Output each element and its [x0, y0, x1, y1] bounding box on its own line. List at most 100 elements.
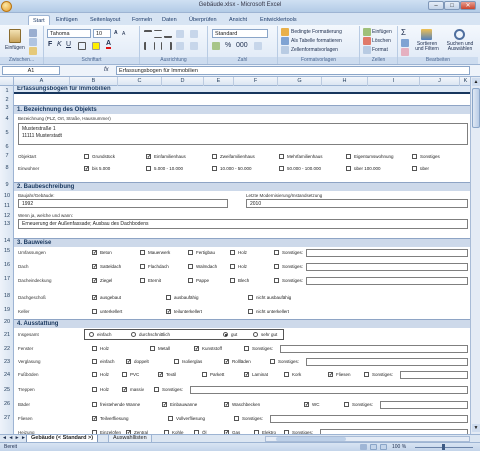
paste-button[interactable]: Einfügen: [5, 45, 25, 51]
row-header-8[interactable]: 8: [0, 165, 14, 171]
ausstattung-5-checkbox-0[interactable]: ✓: [92, 416, 97, 422]
ausstattung-4-checkbox-4[interactable]: [344, 402, 349, 407]
bauweise-3-checkbox-1[interactable]: [166, 295, 171, 300]
name-box[interactable]: A1: [2, 66, 60, 75]
bauweise-3-checkbox-0[interactable]: ✓: [92, 295, 97, 301]
align-center-icon[interactable]: [154, 42, 162, 50]
insert-cells-button[interactable]: Einfügen: [372, 29, 392, 35]
cell-styles-button[interactable]: Zellenformatvorlagen: [291, 47, 338, 53]
bauweise-1-checkbox-1[interactable]: [140, 264, 145, 269]
column-header-a[interactable]: A: [14, 77, 70, 86]
decimal-icon[interactable]: [254, 42, 262, 50]
row-header-21[interactable]: 21: [0, 332, 14, 338]
font-color-icon[interactable]: A: [106, 40, 112, 49]
vertical-scrollbar[interactable]: ▲ ▼: [470, 77, 480, 434]
einwohner-checkbox-0[interactable]: ✓: [84, 166, 89, 172]
einwohner-checkbox-2[interactable]: [212, 166, 217, 171]
tab-ansicht[interactable]: Ansicht: [225, 15, 251, 25]
row-header-7[interactable]: 7: [0, 153, 14, 159]
row-header-4[interactable]: 4: [0, 116, 14, 122]
ausstattung-2-sonstiges-input[interactable]: [400, 371, 468, 379]
bauweise-1-checkbox-2[interactable]: [188, 264, 193, 269]
ausstattung-1-checkbox-1[interactable]: ✓: [126, 359, 131, 365]
ausstattung-1-checkbox-3[interactable]: ✓: [224, 359, 229, 365]
tab-formeln[interactable]: Formeln: [128, 15, 156, 25]
fill-icon[interactable]: [401, 39, 409, 47]
maximize-button[interactable]: □: [444, 1, 460, 10]
tab-daten[interactable]: Daten: [158, 15, 181, 25]
thousands-button[interactable]: 000: [236, 42, 248, 49]
ausstattung-2-checkbox-0[interactable]: [92, 372, 97, 377]
insgesamt-radio-1[interactable]: [131, 332, 136, 337]
bauweise-0-checkbox-3[interactable]: [230, 250, 235, 255]
insgesamt-radio-0[interactable]: [89, 332, 94, 337]
column-header-h[interactable]: H: [322, 77, 368, 86]
row-header-3[interactable]: 3: [0, 105, 14, 111]
ausstattung-1-checkbox-2[interactable]: [174, 359, 179, 364]
ausstattung-3-sonstiges-input[interactable]: [190, 386, 468, 394]
ausstattung-2-checkbox-7[interactable]: [364, 372, 369, 377]
ausstattung-1-sonstiges-input[interactable]: [306, 358, 468, 366]
clear-icon[interactable]: [401, 48, 409, 56]
scroll-down-icon[interactable]: ▼: [472, 424, 480, 432]
bauweise-1-checkbox-4[interactable]: [274, 264, 279, 269]
ausstattung-5-sonstiges-input[interactable]: [270, 415, 468, 423]
tab-seitenlayout[interactable]: Seitenlayout: [86, 15, 124, 25]
tab-start[interactable]: Start: [28, 15, 50, 25]
ausstattung-0-checkbox-2[interactable]: ✓: [194, 346, 199, 352]
row-header-22[interactable]: 22: [0, 346, 14, 352]
tab-einfügen[interactable]: Einfügen: [52, 15, 82, 25]
row-header-5[interactable]: 5: [0, 130, 14, 136]
wrap-text-icon[interactable]: [190, 30, 198, 38]
ausstattung-0-sonstiges-input[interactable]: [280, 345, 468, 353]
underline-button[interactable]: U: [66, 41, 71, 48]
column-header-i[interactable]: I: [368, 77, 420, 86]
einwohner-checkbox-4[interactable]: [346, 166, 351, 171]
ausstattung-2-checkbox-4[interactable]: ✓: [244, 372, 249, 378]
row-header-23[interactable]: 23: [0, 359, 14, 365]
objektart-checkbox-1[interactable]: ✓: [146, 154, 151, 160]
scroll-thumb[interactable]: [472, 88, 480, 128]
currency-icon[interactable]: [212, 42, 220, 50]
einwohner-checkbox-5[interactable]: [412, 166, 417, 171]
objektart-checkbox-0[interactable]: [84, 154, 89, 159]
baujahr-input[interactable]: 1992: [18, 199, 228, 208]
bauweise-1-sonstiges-input[interactable]: [306, 263, 468, 271]
row-header-1[interactable]: 1: [0, 88, 14, 94]
formula-input[interactable]: Erfassungsbogen für Immobilien: [116, 66, 470, 75]
row-header-14[interactable]: 14: [0, 238, 14, 244]
format-painter-icon[interactable]: [29, 47, 37, 55]
column-header-c[interactable]: C: [118, 77, 162, 86]
ausstattung-4-checkbox-3[interactable]: ✓: [304, 402, 309, 408]
delete-cells-button[interactable]: Löschen: [372, 38, 391, 44]
align-bottom-icon[interactable]: [164, 30, 172, 38]
row-header-12[interactable]: 12: [0, 213, 14, 219]
fill-color-icon[interactable]: [92, 42, 100, 50]
address-input[interactable]: Musterstraße 1 11111 Musterstadt: [18, 123, 468, 145]
bauweise-1-checkbox-3[interactable]: [230, 264, 235, 269]
row-header-17[interactable]: 17: [0, 276, 14, 282]
indent-icon[interactable]: [176, 42, 184, 50]
einwohner-checkbox-3[interactable]: [279, 166, 284, 171]
insgesamt-radio-3[interactable]: [253, 332, 258, 337]
align-top-icon[interactable]: [144, 30, 152, 38]
ausstattung-4-checkbox-1[interactable]: ✓: [162, 402, 167, 408]
ausstattung-2-checkbox-2[interactable]: ✓: [158, 372, 163, 378]
column-header-b[interactable]: B: [70, 77, 118, 86]
insgesamt-radio-2[interactable]: [223, 332, 228, 337]
ausstattung-4-checkbox-0[interactable]: [92, 402, 97, 407]
bauweise-1-checkbox-0[interactable]: ✓: [92, 264, 97, 270]
bauweise-2-checkbox-3[interactable]: [230, 278, 235, 283]
ausstattung-3-checkbox-0[interactable]: [92, 387, 97, 392]
objektart-checkbox-2[interactable]: [212, 154, 217, 159]
italic-button[interactable]: K: [57, 41, 62, 48]
select-all-corner[interactable]: [0, 77, 14, 86]
row-header-18[interactable]: 18: [0, 293, 14, 299]
ausstattung-2-checkbox-3[interactable]: [202, 372, 207, 377]
column-header-f[interactable]: F: [234, 77, 278, 86]
copy-icon[interactable]: [29, 38, 37, 46]
merge-icon[interactable]: [190, 42, 198, 50]
sheet-nav-icon[interactable]: ◄ ◄ ► ►: [2, 435, 26, 441]
number-format-select[interactable]: Standard: [212, 29, 268, 38]
format-cells-button[interactable]: Format: [372, 47, 388, 53]
